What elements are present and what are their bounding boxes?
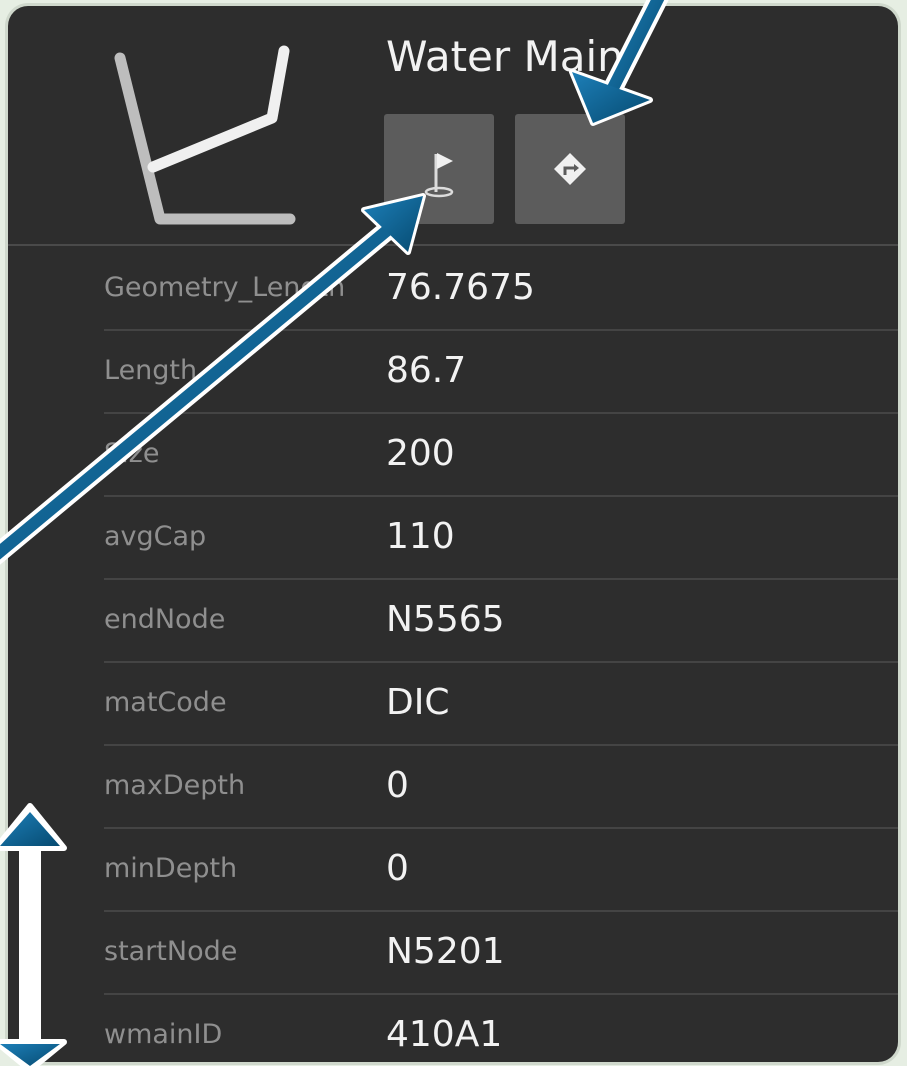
polyline-shape-icon [114,45,296,225]
attribute-key: wmainID [104,1019,223,1050]
attribute-value: 110 [386,516,455,557]
feature-popup-panel: Water Main Geometry_Length 76.7675 Lengt… [8,6,898,1062]
attribute-value: 86.7 [386,350,467,391]
directions-icon [554,153,586,185]
attribute-row: minDepth 0 [104,827,898,912]
flag-button[interactable] [384,114,494,224]
attribute-key: startNode [104,936,238,967]
attribute-value: 200 [386,433,455,474]
attribute-row: maxDepth 0 [104,744,898,829]
attribute-value: 0 [386,848,409,889]
feature-title: Water Main [386,32,624,81]
attribute-key: Length [104,355,198,386]
attribute-key: avgCap [104,521,207,552]
attribute-key: minDepth [104,853,238,884]
attribute-row: avgCap 110 [104,495,898,580]
popup-header: Water Main [8,6,898,246]
attribute-value: N5201 [386,931,505,972]
attribute-key: endNode [104,604,226,635]
attribute-key: matCode [104,687,227,718]
attribute-row: startNode N5201 [104,910,898,995]
directions-button[interactable] [515,114,625,224]
attribute-row: Geometry_Length 76.7675 [104,246,898,331]
attribute-key: Geometry_Length [104,272,346,303]
flag-icon [424,153,454,198]
attribute-row: matCode DIC [104,661,898,746]
attribute-row: wmainID 410A1 [104,993,898,1062]
attribute-value: 76.7675 [386,267,535,308]
attribute-value: N5565 [386,599,505,640]
attribute-row: endNode N5565 [104,578,898,663]
attribute-key: Size [104,438,160,469]
attribute-value: 410A1 [386,1014,503,1055]
attribute-row: Size 200 [104,412,898,497]
attribute-value: DIC [386,682,450,723]
attribute-value: 0 [386,765,409,806]
attribute-key: maxDepth [104,770,246,801]
attribute-row: Length 86.7 [104,329,898,414]
